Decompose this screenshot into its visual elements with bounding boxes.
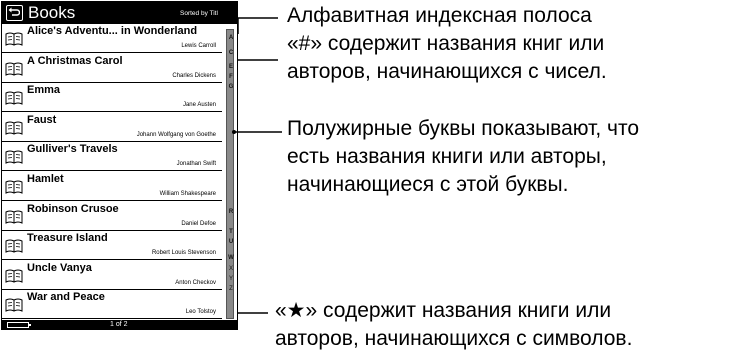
callout-bold: Полужирные буквы показывают, что есть на… [287,115,639,199]
callout-alpha-bar: Алфавитная индексная полоса «#» содержит… [287,2,607,86]
callout-alpha-bar-title: Алфавитная индексная полоса [287,4,592,27]
callout-bold-line1: Полужирные буквы показывают, что [287,117,640,140]
callout-bold-line2: есть названия книги или авторы, [287,145,607,168]
callout-star: «★» содержит названия книги или авторов,… [275,297,632,353]
callout-star-line1: «★» содержит названия книги или [275,299,612,322]
callout-hash-line1: «#» содержит названия книг или [287,32,605,55]
callout-star-line2: авторов, начинающихся с символов. [275,327,633,350]
callout-line-alpha-bar [237,17,278,34]
callout-bold-line3: начинающиеся с этой буквы. [287,173,569,196]
callout-hash-line2: авторов, начинающихся с чисел. [287,60,607,83]
